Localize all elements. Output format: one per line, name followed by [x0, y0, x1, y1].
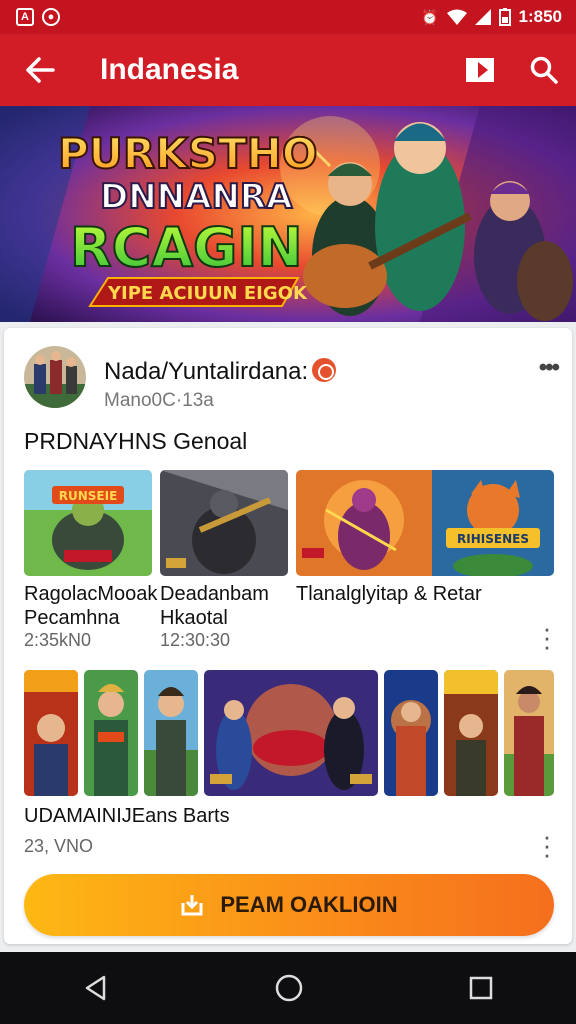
promo-banner[interactable]: PURKSTHO DNNANRA RCAGIN YIPE ACIUUN EIGO… [0, 106, 576, 322]
download-button[interactable]: PEAM OAKLIOIN [24, 874, 554, 936]
item-caption-line: Hkaotal [160, 607, 228, 629]
avatar[interactable] [24, 346, 86, 408]
section-more-button[interactable]: · · · [542, 823, 552, 867]
status-time: 1:850 [518, 7, 562, 26]
message-notification-icon: ● [42, 8, 60, 26]
video-thumbnail[interactable] [144, 670, 198, 796]
item-caption-line: Pecamhna [24, 607, 120, 629]
cast-button[interactable] [448, 34, 512, 106]
search-button[interactable] [512, 34, 576, 106]
section-meta: 23, VNO [24, 836, 94, 856]
video-thumbnail[interactable] [24, 670, 78, 796]
video-thumbnail[interactable]: RUNSEIE [24, 470, 152, 576]
alarm-icon: ⏰ [421, 8, 439, 25]
media-row-1: RUNSEIE RIHISENES [24, 470, 554, 576]
video-thumbnail[interactable]: RIHISENES [296, 470, 554, 576]
nav-home-icon[interactable] [274, 973, 304, 1003]
download-icon [181, 895, 203, 916]
status-bar: A ● ⏰ 1:850 [0, 0, 576, 34]
system-nav-bar [0, 952, 576, 1024]
post-card: Nada/Yuntalirdana: Mano0C·13a ••• PRDNAY… [4, 328, 572, 944]
post-title: PRDNAYHNS Genoal [24, 428, 248, 454]
back-arrow-icon [26, 57, 55, 83]
search-icon [530, 56, 558, 84]
section-caption[interactable]: UDAMAINIJEans Barts [24, 804, 230, 828]
more-vertical-icon: · · · [542, 821, 552, 869]
verified-badge-icon [312, 358, 337, 382]
item-caption[interactable]: RagolacMooak Pecamhna [24, 582, 157, 630]
video-thumbnail[interactable] [84, 670, 138, 796]
item-caption-line: Deadanbam [160, 583, 269, 605]
video-thumbnail[interactable] [504, 670, 554, 796]
author-name-text: Nada/Yuntalirdana: [104, 358, 309, 385]
battery-icon [498, 8, 511, 26]
author-subtitle: Mano0C·13a [104, 390, 214, 411]
item-caption[interactable]: Tlanalglyitap & Retar [296, 582, 482, 606]
banner-ribbon: YIPE ACIUUN EIGOK [107, 283, 308, 304]
banner-title-line3: RCAGIN [70, 216, 303, 279]
nav-recents-icon[interactable] [468, 975, 494, 1001]
item-meta: 12:30:30 [160, 630, 231, 650]
banner-title-line2: DNNANRA [100, 177, 293, 217]
nav-back-icon[interactable] [82, 974, 110, 1002]
cast-icon [466, 58, 494, 82]
item-caption[interactable]: Deadanbam Hkaotal [160, 582, 269, 630]
video-thumbnail[interactable] [384, 670, 438, 796]
signal-icon [474, 9, 491, 25]
banner-artwork: PURKSTHO DNNANRA RCAGIN YIPE ACIUUN EIGO… [0, 106, 576, 322]
more-vertical-icon: · · · [542, 613, 552, 661]
app-bar: Indanesia [0, 34, 576, 106]
author-name[interactable]: Nada/Yuntalirdana: [104, 358, 337, 386]
app-notification-icon: A [16, 8, 34, 26]
more-icon: ••• [538, 354, 560, 381]
thumb-label: RUNSEIE [59, 489, 118, 503]
media-row-2 [24, 670, 554, 796]
download-button-label: PEAM OAKLIOIN [220, 892, 398, 917]
wifi-icon [446, 9, 467, 25]
banner-title-line1: PURKSTHO [58, 129, 318, 178]
video-thumbnail[interactable] [444, 670, 498, 796]
item-caption-line: Tlanalglyitap & Retar [296, 583, 482, 605]
video-thumbnail[interactable] [160, 470, 288, 576]
item-caption-line: RagolacMooak [24, 583, 158, 605]
post-more-button[interactable]: ••• [538, 354, 560, 382]
item-meta: 2:35kN0 [24, 630, 92, 650]
back-button[interactable] [0, 34, 80, 106]
thumb-label: RIHISENES [457, 532, 529, 546]
page-title: Indanesia [100, 53, 239, 86]
video-thumbnail[interactable] [204, 670, 378, 796]
item-more-button[interactable]: · · · [542, 615, 552, 659]
